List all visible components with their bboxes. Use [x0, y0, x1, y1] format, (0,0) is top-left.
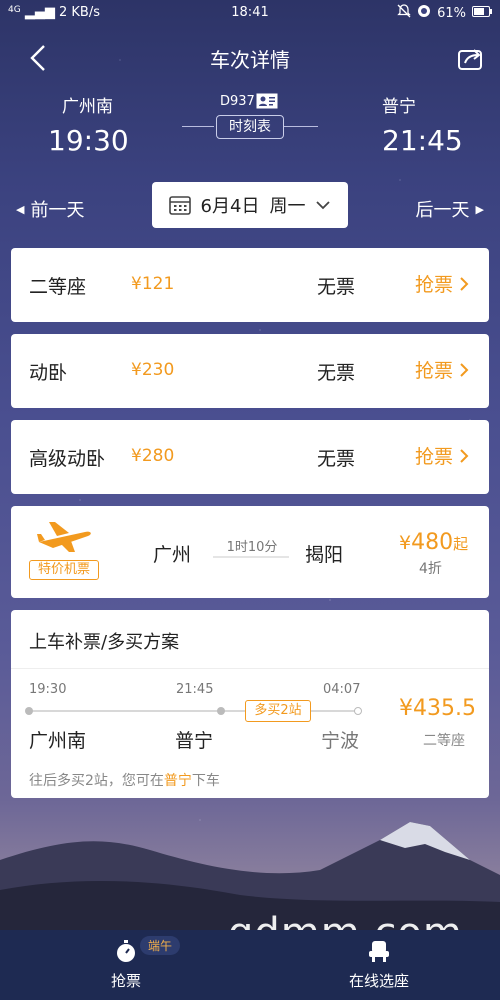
- flight-to-city: 揭阳: [305, 544, 344, 566]
- flight-price-prefix: ¥: [399, 532, 412, 554]
- flight-duration-line: [213, 556, 289, 558]
- extra-stations-badge: 多买2站: [245, 700, 311, 722]
- seat-price: ¥280: [131, 446, 175, 466]
- seat-icon: [369, 941, 389, 962]
- chevron-down-icon: [316, 201, 331, 210]
- stop-time: 19:30: [29, 682, 67, 697]
- seat-availability: 无票: [317, 362, 356, 384]
- seat-row-sleeper[interactable]: 动卧 ¥230 无票 抢票: [11, 334, 489, 408]
- seat-price: ¥230: [131, 360, 175, 380]
- flight-from-city: 广州: [153, 544, 192, 566]
- stop-dot: [354, 707, 362, 715]
- tab-grab-ticket-label: 抢票: [110, 972, 141, 990]
- stop-station: 广州南: [29, 730, 87, 752]
- selected-date: 6月4日: [200, 196, 260, 217]
- selected-weekday: 周一: [269, 196, 306, 217]
- departure-time: 19:30: [48, 124, 129, 157]
- stop-station: 普宁: [175, 730, 214, 752]
- chevron-right-icon: [460, 448, 469, 463]
- extend-ticket-plan-card[interactable]: 上车补票/多买方案 19:30 21:45 04:07 多买2站 广州南 普宁 …: [11, 610, 489, 798]
- mute-bell-icon: [397, 4, 411, 22]
- arrival-time: 21:45: [382, 124, 463, 157]
- seat-availability: 无票: [317, 276, 356, 298]
- seat-row-second-class[interactable]: 二等座 ¥121 无票 抢票: [11, 248, 489, 322]
- status-right: 61%: [397, 4, 492, 22]
- seat-name: 二等座: [29, 276, 87, 298]
- airplane-icon: [35, 520, 93, 558]
- arrival-station: 普宁: [382, 97, 416, 117]
- stopwatch-icon: [117, 940, 135, 962]
- train-number: D937: [220, 94, 255, 109]
- grab-ticket-label: 抢票: [415, 274, 454, 296]
- flight-duration: 1时10分: [226, 540, 278, 555]
- plan-title: 上车补票/多买方案: [29, 632, 180, 653]
- prev-day-button[interactable]: ◀ 前一天: [16, 196, 84, 222]
- prev-day-label: 前一天: [30, 200, 85, 221]
- seat-name: 动卧: [29, 362, 68, 384]
- seat-name: 高级动卧: [29, 448, 106, 470]
- share-icon: [458, 49, 482, 70]
- seat-row-deluxe-sleeper[interactable]: 高级动卧 ¥280 无票 抢票: [11, 420, 489, 494]
- festival-badge: 端午: [140, 936, 181, 955]
- triangle-left-icon: ◀: [16, 202, 25, 216]
- triangle-right-icon: ▶: [475, 202, 484, 216]
- battery-percent: 61%: [437, 5, 466, 21]
- chevron-right-icon: [460, 276, 469, 291]
- grab-ticket-label: 抢票: [415, 446, 454, 468]
- route-line-left: [182, 126, 214, 127]
- stop-dot: [217, 707, 225, 715]
- next-day-button[interactable]: 后一天 ▶: [416, 196, 484, 222]
- battery-status-icon: [417, 4, 431, 22]
- stop-time: 04:07: [323, 682, 361, 697]
- flight-offer-card[interactable]: 特价机票 广州 1时10分 揭阳 ¥480起 4折: [11, 506, 489, 598]
- mountain-landscape: [0, 822, 500, 930]
- flight-discount: 4折: [419, 561, 442, 577]
- bottom-nav: 抢票 端午 在线选座: [0, 930, 500, 1000]
- tab-online-seat[interactable]: 在线选座: [334, 938, 424, 991]
- departure-station: 广州南: [62, 97, 113, 117]
- next-day-label: 后一天: [415, 200, 470, 221]
- grab-ticket-button[interactable]: 抢票: [415, 442, 469, 469]
- flight-price: ¥480起: [399, 530, 468, 555]
- stop-station: 宁波: [321, 730, 360, 752]
- id-card-icon: [256, 93, 278, 113]
- page-title: 车次详情: [210, 48, 290, 72]
- tab-online-seat-label: 在线选座: [348, 972, 409, 990]
- app-header: 车次详情: [0, 30, 500, 86]
- divider: [11, 668, 489, 669]
- stop-dot: [25, 707, 33, 715]
- battery-icon: [472, 5, 492, 21]
- seat-price: ¥121: [131, 274, 175, 294]
- status-bar: 4G ▂▄▆ 2 KB/s 18:41 61%: [0, 0, 500, 26]
- flight-price-suffix: 起: [453, 535, 469, 553]
- grab-ticket-label: 抢票: [415, 360, 454, 382]
- route-summary: 广州南 19:30 D937 时刻表 普宁 21:45: [0, 88, 500, 168]
- chevron-right-icon: [460, 362, 469, 377]
- special-flight-tag: 特价机票: [29, 560, 99, 580]
- seat-availability: 无票: [317, 448, 356, 470]
- route-line-right: [284, 126, 318, 127]
- plan-price: ¥435.5: [399, 696, 476, 721]
- calendar-icon: [168, 196, 191, 215]
- date-picker-button[interactable]: 6月4日 周一: [152, 182, 348, 228]
- stop-time: 21:45: [176, 682, 214, 697]
- plan-seat-type: 二等座: [423, 733, 465, 749]
- share-button[interactable]: [456, 44, 484, 72]
- timetable-button[interactable]: 时刻表: [216, 115, 284, 139]
- flight-price-value: 480: [411, 530, 454, 555]
- grab-ticket-button[interactable]: 抢票: [415, 270, 469, 297]
- grab-ticket-button[interactable]: 抢票: [415, 356, 469, 383]
